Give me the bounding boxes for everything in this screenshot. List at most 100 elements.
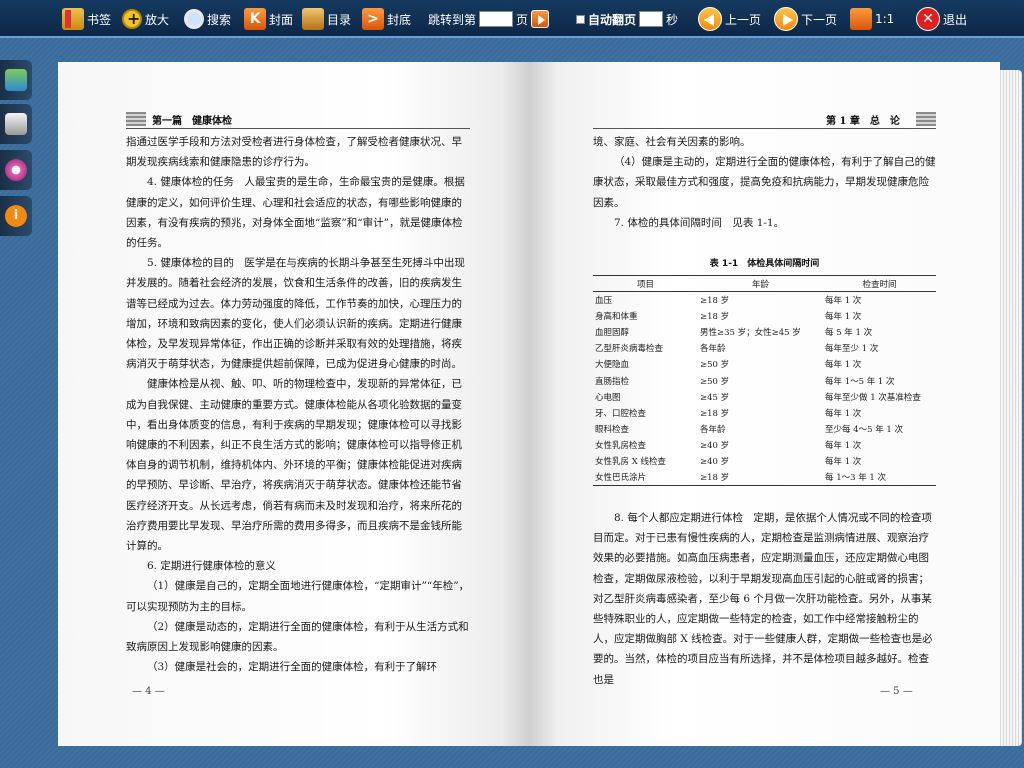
table-cell: 各年龄 [700, 344, 726, 355]
left-body-text: 指通过医学手段和方法对受检者进行身体检查，了解受检者健康状况、早期发现疾病线索和… [126, 132, 470, 677]
print-tool[interactable] [0, 104, 32, 144]
zoom-in-button[interactable]: 放大 [122, 5, 169, 33]
table-cell: 每年 1 次 [825, 408, 862, 419]
table-row: 眼科检查 各年龄 至少每 4～5 年 1 次 [593, 421, 936, 437]
cover-button[interactable]: K 封面 [244, 5, 293, 33]
auto-flip-checkbox[interactable] [576, 14, 585, 24]
book-spread: 第一篇 健康体检 指通过医学手段和方法对受检者进行身体检查，了解受检者健康状况、… [58, 62, 1022, 746]
back-cover-button[interactable]: > 封底 [362, 5, 411, 33]
table-cell: 每年至少 1 次 [825, 344, 879, 355]
bookmark-icon [62, 8, 84, 30]
table-cell: ≥40 岁 [700, 441, 730, 452]
auto-flip: 自动翻页 秒 [576, 5, 678, 33]
printer-icon [5, 113, 27, 135]
right-running-header: 第 1 章 总 论 [826, 116, 900, 127]
table-caption: 表 1-1 体检具体间隔时间 [709, 259, 820, 269]
right-page[interactable]: 第 1 章 总 论 境、家庭、社会有关因素的影响。 （4）健康是主动的，定期进行全… [530, 62, 1000, 746]
header-rule [593, 128, 936, 129]
settings-tool[interactable] [0, 150, 32, 190]
table-cell: 女性乳房检查 [595, 441, 647, 452]
table-cell: ≥50 岁 [700, 376, 730, 387]
table-cell: 至少每 4～5 年 1 次 [825, 425, 904, 436]
table-cell: 女性乳房 X 线检查 [595, 457, 666, 468]
header-rule [126, 128, 470, 129]
zoom-label: 放大 [145, 12, 170, 27]
paragraph: 7. 体检的具体间隔时间 见表 1-1。 [614, 216, 785, 229]
table-cell: 每年至少做 1 次基准检查 [825, 392, 921, 403]
table-cell: 每年 1 次 [825, 360, 862, 371]
close-icon: ✕ [916, 7, 940, 31]
header-ornament [916, 112, 936, 126]
bookmark-button[interactable]: 书签 [62, 5, 111, 33]
table-row: 乙型肝炎病毒检查 各年龄 每年至少 1 次 [593, 340, 936, 356]
checkup-interval-table: 项目 年龄 检查时间 血压 ≥18 岁每年 1 次身高和体重 ≥18 岁每年 1 次血胆… [593, 275, 936, 487]
paragraph: （4）健康是主动的，定期进行全面的健康体检，有利于了解自己的健康状态，采取最佳方… [593, 156, 936, 209]
jump-suffix-label: 页 [516, 12, 529, 27]
paragraph: 8. 每个人都应定期进行体检 定期，是依据个人情况或不同的检查项目而定。对于已患… [593, 512, 933, 686]
toc-label: 目录 [327, 12, 352, 27]
table-cell: 女性巴氏涂片 [593, 469, 698, 487]
go-button[interactable] [531, 10, 550, 28]
reader-toolbar: 书签 放大 搜索 K 封面 目录 > 封底 跳转到第 页 自动翻页 秒 上一页 … [0, 0, 1024, 38]
exit-button[interactable]: ✕ 退出 [916, 5, 967, 33]
table-row: 身高和体重 ≥18 岁 每年 1 次 [593, 308, 936, 324]
search-icon [184, 9, 204, 29]
page-number-input[interactable] [479, 11, 514, 27]
table-cell: 牙、口腔检查 [595, 408, 647, 419]
gear-icon [5, 159, 27, 181]
cover-label: 封面 [269, 12, 294, 27]
table-cell: 男性≥35 岁；女性≥45 岁 [700, 327, 801, 338]
table-header-cell: 项目 [593, 275, 698, 292]
table-cell: 每年 1 次 [825, 311, 862, 322]
zoom-in-icon [122, 9, 142, 29]
arrow-left-icon [698, 7, 722, 31]
search-button[interactable]: 搜索 [184, 5, 231, 33]
page-stack-edge [1000, 70, 1022, 746]
next-label: 下一页 [801, 12, 838, 27]
table-row: 血压 ≥18 岁 每年 1 次 [593, 292, 936, 308]
paragraph: 指通过医学手段和方法对受检者进行身体检查，了解受检者健康状况、早期发现疾病线索和… [126, 136, 462, 169]
table-cell: 心电图 [595, 392, 621, 403]
paragraph: 6. 定期进行健康体检的意义 [147, 560, 276, 573]
prev-page-button[interactable]: 上一页 [698, 5, 761, 33]
actual-size-button[interactable]: 1:1 [850, 5, 894, 33]
right-body-text-top: 境、家庭、社会有关因素的影响。 （4）健康是主动的，定期进行全面的健康体检，有利于… [593, 132, 936, 233]
table-header-cell: 年龄 [698, 275, 823, 292]
table-cell: 乙型肝炎病毒检查 [595, 344, 664, 355]
first-page-icon: K [244, 8, 266, 30]
header-ornament [126, 112, 146, 126]
table-row: 牙、口腔检查 ≥18 岁 每年 1 次 [593, 405, 936, 421]
back-cover-label: 封底 [387, 12, 412, 27]
table-cell: 每年 1 次 [825, 457, 862, 468]
book-icon [302, 8, 324, 30]
paragraph: 4. 健康体检的任务 人最宝贵的是生命，生命最宝贵的是健康。根据健康的定义，如何… [126, 176, 465, 250]
seconds-input[interactable] [639, 11, 664, 27]
thumbnail-tool[interactable] [0, 60, 32, 100]
jump-prefix-label: 跳转到第 [428, 12, 477, 27]
table-row: 血胆固醇 男性≥35 岁；女性≥45 岁 每 5 年 1 次 [593, 324, 936, 340]
table-row: 大便隐血 ≥50 岁 每年 1 次 [593, 356, 936, 372]
table-cell: 每 1～3 年 1 次 [823, 469, 936, 487]
table-cell: 血压 [595, 295, 613, 306]
table-cell: 血胆固醇 [595, 327, 630, 338]
fit-icon [850, 8, 872, 30]
table-cell: ≥18 岁 [700, 311, 730, 322]
auto-flip-label: 自动翻页 [588, 12, 637, 27]
info-tool[interactable]: i [0, 196, 32, 236]
table-cell: 每年 1 次 [825, 295, 862, 306]
table-cell: 各年龄 [700, 425, 726, 436]
left-page-number: — 4 — [132, 686, 165, 697]
exit-label: 退出 [943, 12, 968, 27]
left-running-header: 第一篇 健康体检 [152, 116, 232, 127]
table-cell: 直肠指检 [595, 376, 630, 387]
prev-label: 上一页 [725, 12, 762, 27]
seconds-label: 秒 [666, 12, 679, 27]
left-page[interactable]: 第一篇 健康体检 指通过医学手段和方法对受检者进行身体检查，了解受检者健康状况、… [58, 62, 530, 746]
arrow-right-icon [774, 7, 798, 31]
picture-icon [5, 69, 27, 91]
toc-button[interactable]: 目录 [302, 5, 351, 33]
paragraph: 5. 健康体检的目的 医学是在与疾病的长期斗争甚至生死搏斗中出现并发展的。随着社… [126, 257, 465, 371]
search-label: 搜索 [207, 12, 232, 27]
next-page-button[interactable]: 下一页 [774, 5, 837, 33]
right-page-number: — 5 — [880, 686, 913, 697]
